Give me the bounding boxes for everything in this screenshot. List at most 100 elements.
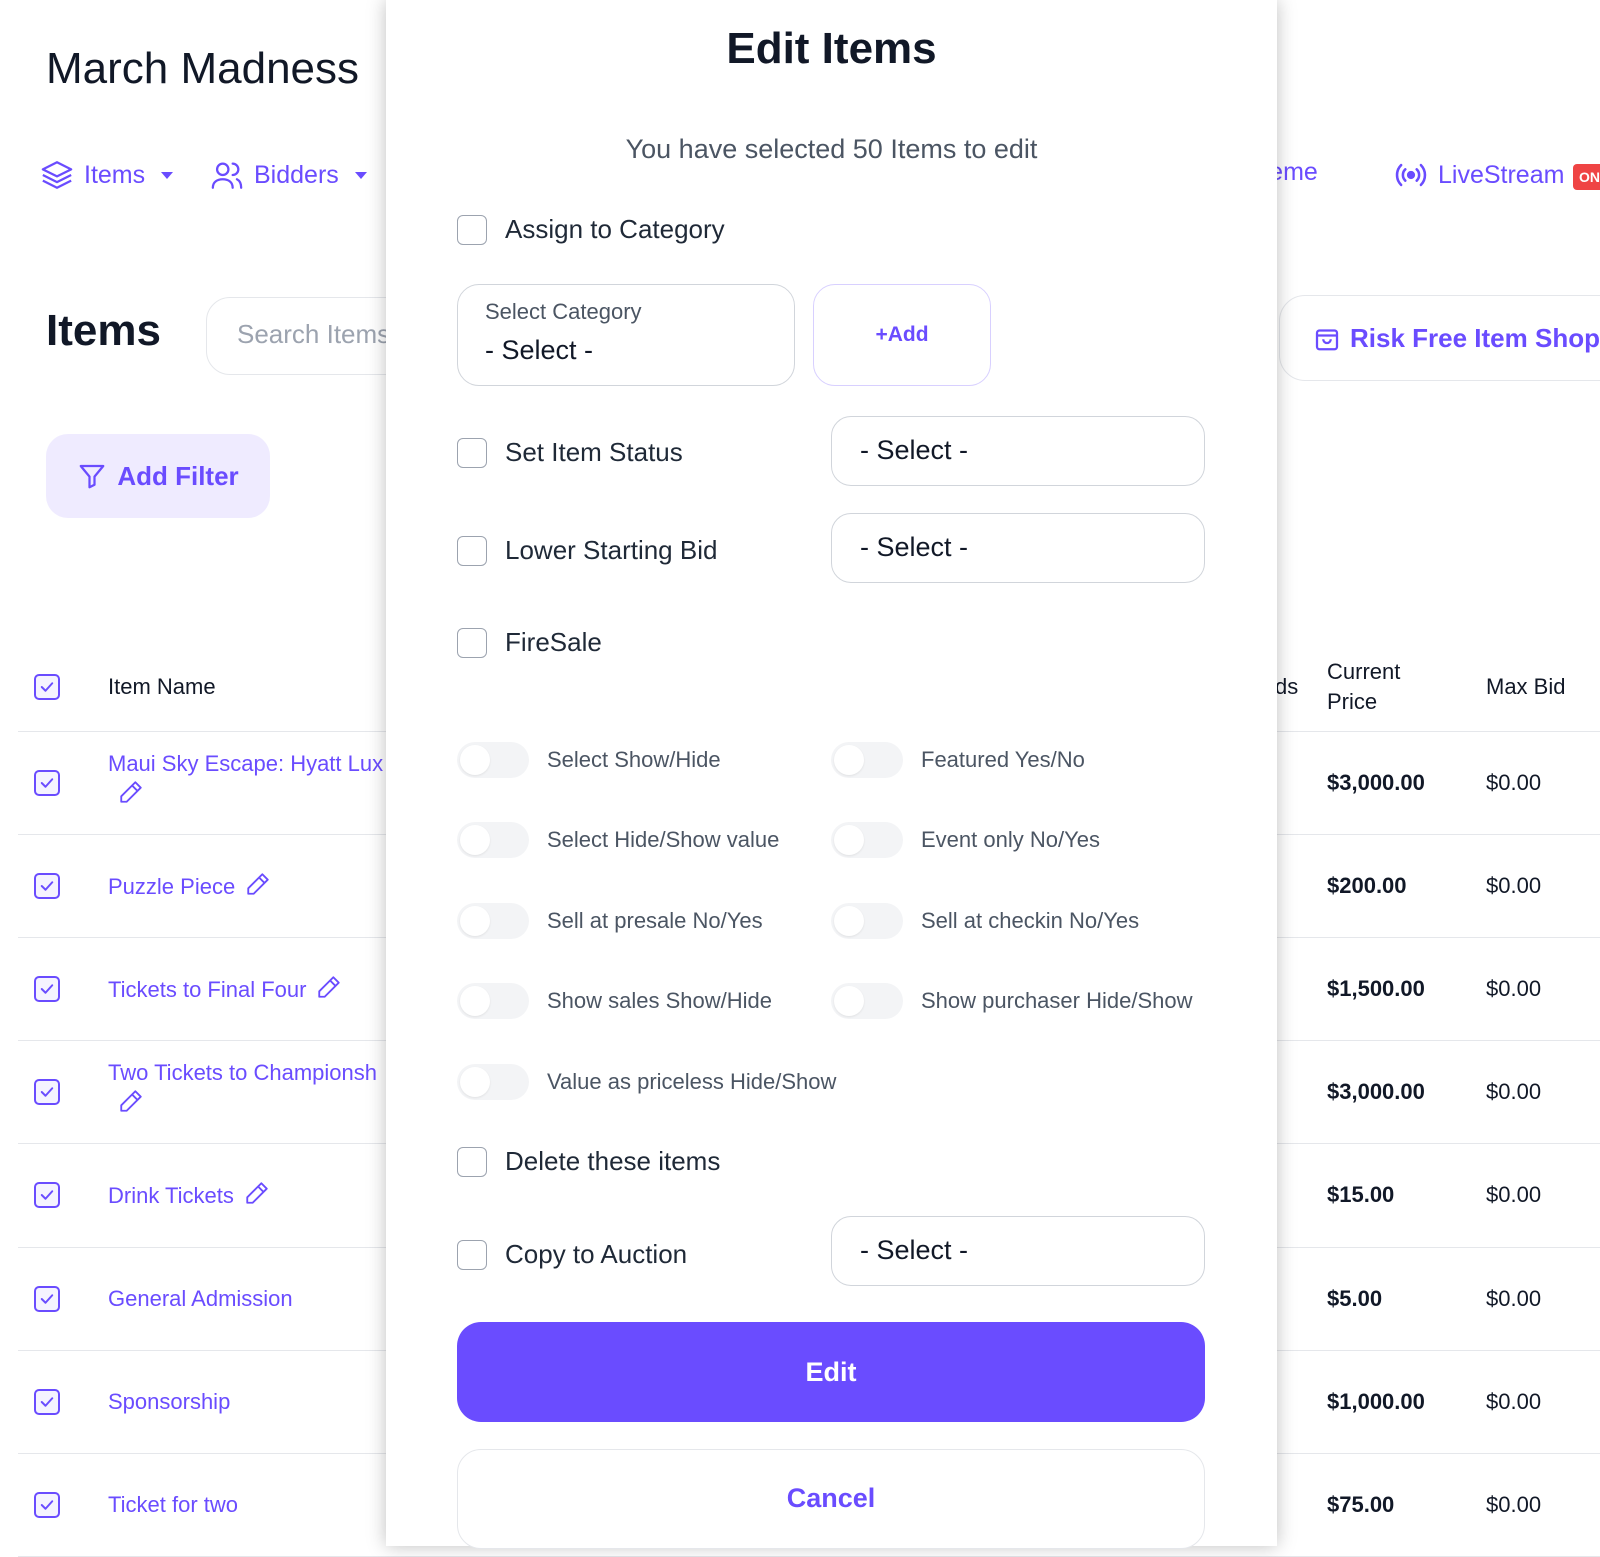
toggle-presale-row[interactable]: Sell at presale No/Yes xyxy=(457,903,763,939)
toggle-show-hide[interactable] xyxy=(457,742,529,778)
toggle-priceless[interactable] xyxy=(457,1064,529,1100)
toggle-checkin-row[interactable]: Sell at checkin No/Yes xyxy=(831,903,1139,939)
nav-items[interactable]: Items xyxy=(40,158,174,192)
item-name-link[interactable]: Two Tickets to Championsh xyxy=(108,1058,377,1122)
check-icon xyxy=(40,1189,54,1200)
firesale-label: FireSale xyxy=(505,627,602,657)
pencil-icon[interactable] xyxy=(316,974,342,1008)
delete-items-option[interactable]: Delete these items xyxy=(457,1146,720,1177)
lower-bid-select[interactable]: - Select - xyxy=(831,513,1205,583)
item-name-link[interactable]: Puzzle Piece xyxy=(108,871,271,905)
toggle-event-only-label: Event only No/Yes xyxy=(921,827,1100,852)
row-checkbox[interactable] xyxy=(34,1078,60,1105)
toggle-checkin-label: Sell at checkin No/Yes xyxy=(921,908,1140,933)
category-select[interactable]: Select Category - Select - xyxy=(457,284,795,386)
pencil-icon[interactable] xyxy=(118,1088,377,1122)
row-checkbox[interactable] xyxy=(34,975,60,1002)
item-name-link[interactable]: Maui Sky Escape: Hyatt Lux xyxy=(108,749,383,813)
chevron-down-icon xyxy=(354,171,367,179)
edit-items-modal: Edit Items You have selected 50 Items to… xyxy=(386,0,1277,1549)
toggle-featured[interactable] xyxy=(831,742,903,778)
copy-auction-checkbox[interactable] xyxy=(457,1239,487,1270)
check-icon xyxy=(40,1499,54,1510)
row-checkbox[interactable] xyxy=(34,1491,60,1518)
section-title: Items xyxy=(46,306,161,355)
toggle-show-sales[interactable] xyxy=(457,983,529,1019)
current-price-cell: $3,000.00 xyxy=(1327,1078,1425,1104)
layers-icon xyxy=(41,161,73,189)
toggle-show-purchaser-row[interactable]: Show purchaser Hide/Show xyxy=(831,983,1192,1019)
current-price-cell: $1,500.00 xyxy=(1327,975,1425,1001)
toggle-event-only-row[interactable]: Event only No/Yes xyxy=(831,822,1100,858)
copy-auction-option[interactable]: Copy to Auction xyxy=(457,1239,687,1270)
item-name-link[interactable]: Tickets to Final Four xyxy=(108,974,342,1008)
toggle-featured-row[interactable]: Featured Yes/No xyxy=(831,742,1085,778)
firesale-checkbox[interactable] xyxy=(457,627,487,658)
users-icon xyxy=(211,162,243,189)
assign-category-option[interactable]: Assign to Category xyxy=(457,214,725,245)
nav-livestream-label: LiveStream xyxy=(1438,160,1565,189)
nav-bidders[interactable]: Bidders xyxy=(210,158,367,192)
max-bid-cell: $0.00 xyxy=(1486,1491,1542,1517)
toggle-priceless-row[interactable]: Value as priceless Hide/Show xyxy=(457,1064,836,1100)
row-checkbox[interactable] xyxy=(34,1181,60,1208)
risk-free-shop-button[interactable]: Risk Free Item Shop xyxy=(1279,295,1600,381)
max-bid-cell: $0.00 xyxy=(1486,872,1542,898)
toggle-show-hide-label: Select Show/Hide xyxy=(547,747,721,772)
item-name-text: Maui Sky Escape: Hyatt Lux xyxy=(108,750,384,776)
pencil-icon[interactable] xyxy=(244,1180,270,1214)
check-icon xyxy=(40,1086,54,1097)
toggle-presale[interactable] xyxy=(457,903,529,939)
add-filter-button[interactable]: Add Filter xyxy=(46,434,270,518)
nav-items-label: Items xyxy=(84,160,146,189)
item-name-link[interactable]: Sponsorship xyxy=(108,1387,230,1417)
column-header-bids: ds xyxy=(1275,674,1299,699)
chevron-down-icon xyxy=(161,171,174,179)
item-name-text: Drink Tickets xyxy=(108,1182,234,1208)
column-header-item-name: Item Name xyxy=(108,674,216,699)
item-name-text: Puzzle Piece xyxy=(108,873,236,899)
toggle-priceless-label: Value as priceless Hide/Show xyxy=(547,1069,837,1094)
lower-bid-label: Lower Starting Bid xyxy=(505,535,718,565)
item-name-text: Tickets to Final Four xyxy=(108,976,307,1002)
toggle-show-hide-row[interactable]: Select Show/Hide xyxy=(457,742,721,778)
set-status-label: Set Item Status xyxy=(505,437,683,467)
copy-auction-select[interactable]: - Select - xyxy=(831,1216,1205,1286)
row-checkbox[interactable] xyxy=(34,769,60,796)
item-name-link[interactable]: Ticket for two xyxy=(108,1490,238,1520)
check-icon xyxy=(40,1293,54,1304)
pencil-icon[interactable] xyxy=(118,779,383,813)
toggle-featured-label: Featured Yes/No xyxy=(921,747,1085,772)
toggle-show-sales-row[interactable]: Show sales Show/Hide xyxy=(457,983,772,1019)
toggle-hide-show-value-row[interactable]: Select Hide/Show value xyxy=(457,822,779,858)
toggle-show-purchaser[interactable] xyxy=(831,983,903,1019)
broadcast-icon xyxy=(1395,163,1427,187)
item-name-text: Sponsorship xyxy=(108,1388,231,1414)
max-bid-cell: $0.00 xyxy=(1486,1078,1542,1104)
firesale-option[interactable]: FireSale xyxy=(457,627,602,658)
edit-button[interactable]: Edit xyxy=(457,1322,1205,1422)
assign-category-checkbox[interactable] xyxy=(457,214,487,245)
item-name-text: Ticket for two xyxy=(108,1491,238,1517)
toggle-checkin[interactable] xyxy=(831,903,903,939)
delete-items-checkbox[interactable] xyxy=(457,1146,487,1177)
lower-bid-option[interactable]: Lower Starting Bid xyxy=(457,535,717,566)
add-category-button[interactable]: +Add xyxy=(813,284,991,386)
item-name-link[interactable]: Drink Tickets xyxy=(108,1180,270,1214)
lower-bid-checkbox[interactable] xyxy=(457,535,487,566)
row-checkbox[interactable] xyxy=(34,1388,60,1415)
select-all-checkbox[interactable] xyxy=(34,674,60,700)
assign-category-label: Assign to Category xyxy=(505,214,725,244)
set-status-checkbox[interactable] xyxy=(457,437,487,468)
cancel-button[interactable]: Cancel xyxy=(457,1449,1205,1549)
toggle-event-only[interactable] xyxy=(831,822,903,858)
nav-livestream[interactable]: LiveStream xyxy=(1394,158,1564,192)
row-checkbox[interactable] xyxy=(34,872,60,899)
item-name-link[interactable]: General Admission xyxy=(108,1284,293,1314)
toggle-hide-show-value[interactable] xyxy=(457,822,529,858)
live-status-badge: ON xyxy=(1573,164,1600,190)
set-status-option[interactable]: Set Item Status xyxy=(457,437,683,468)
row-checkbox[interactable] xyxy=(34,1285,60,1312)
pencil-icon[interactable] xyxy=(245,871,271,905)
status-select[interactable]: - Select - xyxy=(831,416,1205,486)
